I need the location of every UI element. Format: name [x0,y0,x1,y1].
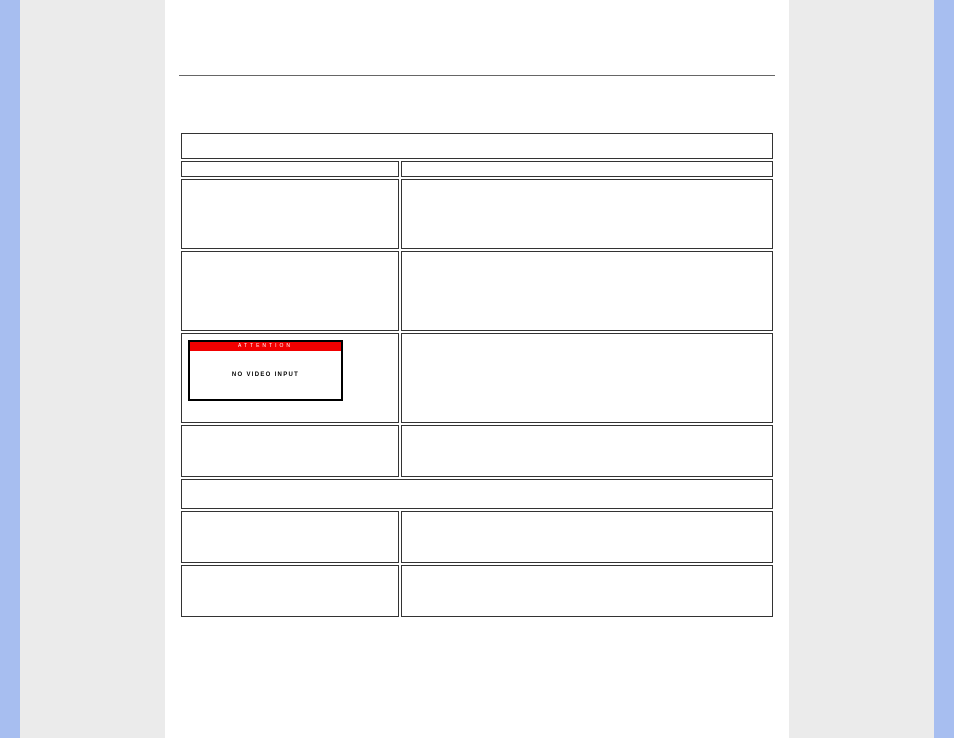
right-grey-sidebar [789,0,934,738]
table-row: ATTENTION NO VIDEO INPUT [181,333,773,423]
section-cell [181,479,773,509]
problem-cell [181,511,399,563]
table-title-cell [181,133,773,159]
table-row [181,251,773,331]
solution-cell [401,425,773,477]
solution-cell [401,251,773,331]
problem-cell [181,565,399,617]
attention-box: ATTENTION NO VIDEO INPUT [188,340,343,401]
solution-cell [401,511,773,563]
solution-cell [401,565,773,617]
solution-cell [401,333,773,423]
content-area: ATTENTION NO VIDEO INPUT [165,0,789,738]
attention-body: NO VIDEO INPUT [190,351,341,399]
table-row [181,425,773,477]
troubleshoot-table: ATTENTION NO VIDEO INPUT [179,131,775,619]
header-problem [181,161,399,177]
problem-cell [181,251,399,331]
right-blue-stripe [934,0,954,738]
problem-cell [181,425,399,477]
table-title-row [181,133,773,159]
table-row [181,565,773,617]
header-solution [401,161,773,177]
problem-cell-attention: ATTENTION NO VIDEO INPUT [181,333,399,423]
table-row [181,479,773,509]
problem-cell [181,179,399,249]
page-container: ATTENTION NO VIDEO INPUT [0,0,954,738]
table-header-row [181,161,773,177]
left-blue-stripe [0,0,20,738]
table-row [181,511,773,563]
attention-header: ATTENTION [190,342,341,351]
solution-cell [401,179,773,249]
divider [179,75,775,76]
left-grey-sidebar [20,0,165,738]
table-row [181,179,773,249]
